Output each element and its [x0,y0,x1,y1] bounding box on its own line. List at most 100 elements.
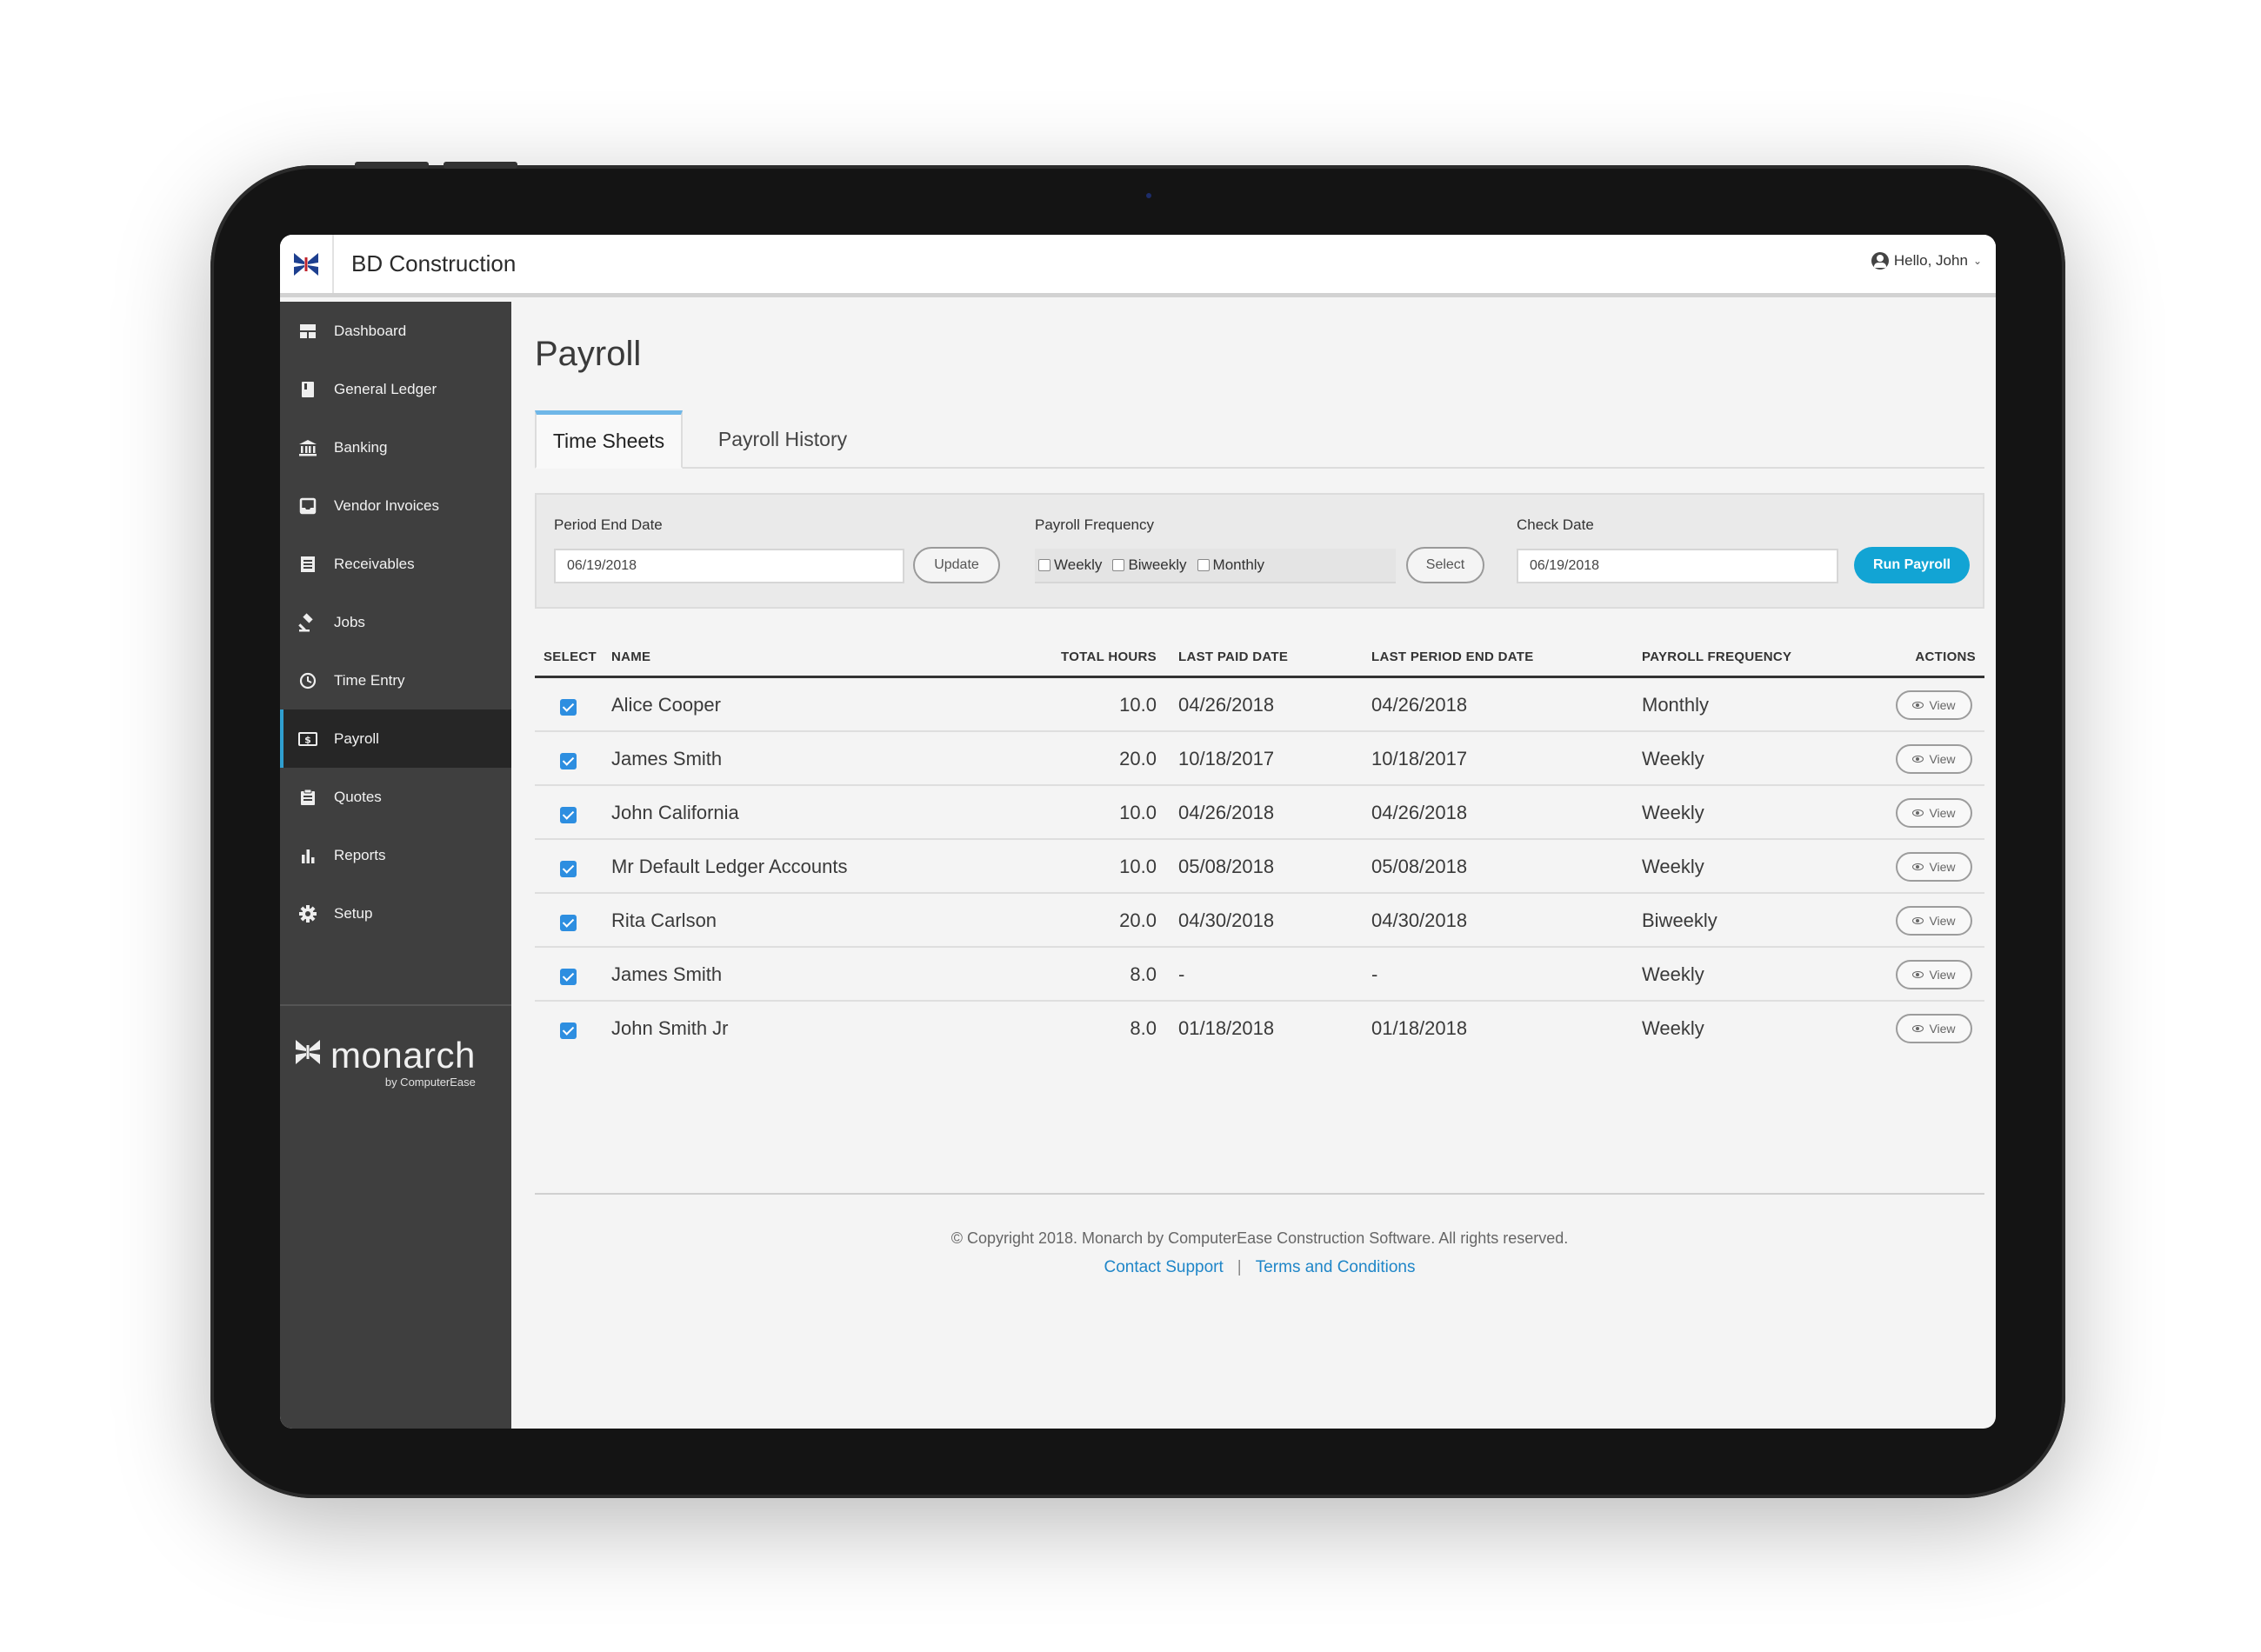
view-button[interactable]: View [1896,906,1972,936]
user-menu[interactable]: Hello, John ⌄ [1871,252,1982,270]
row-select-checkbox[interactable] [560,969,577,985]
eye-icon [1912,917,1924,924]
row-select-checkbox[interactable] [560,861,577,877]
footer-links: Contact Support | Terms and Conditions [535,1258,1984,1277]
employee-name: John California [611,802,739,823]
table-row: Alice Cooper 10.0 04/26/2018 04/26/2018 … [535,678,1984,732]
table-row: Mr Default Ledger Accounts 10.0 05/08/20… [535,840,1984,894]
app-logo[interactable] [280,235,334,293]
user-greeting: Hello, John [1893,252,1968,269]
total-hours: 10.0 [1119,856,1157,877]
row-select-checkbox[interactable] [560,753,577,769]
employee-name: James Smith [611,963,723,985]
last-paid-date: 10/18/2017 [1178,748,1275,769]
tablet-camera [1146,193,1151,198]
payroll-frequency: Weekly [1642,856,1704,877]
update-button[interactable]: Update [913,547,1000,583]
row-select-checkbox[interactable] [560,807,577,823]
table-row: Rita Carlson 20.0 04/30/2018 04/30/2018 … [535,894,1984,948]
last-paid-date: - [1178,963,1185,985]
sidebar-item-setup[interactable]: Setup [280,884,511,943]
eye-icon [1912,756,1924,763]
biweekly-checkbox[interactable] [1112,559,1125,571]
eye-icon [1912,702,1924,709]
frequency-weekly-option[interactable]: Weekly [1038,556,1102,574]
view-button[interactable]: View [1896,1014,1972,1043]
last-period-end-date: 05/08/2018 [1371,856,1468,877]
sidebar-item-dashboard[interactable]: Dashboard [280,302,511,360]
contact-support-link[interactable]: Contact Support [1104,1258,1223,1276]
bar-chart-icon [297,845,318,866]
view-button[interactable]: View [1896,798,1972,828]
main-content: Payroll Time Sheets Payroll History Peri… [511,302,1996,1429]
payroll-frequency: Weekly [1642,1017,1704,1039]
tab-time-sheets[interactable]: Time Sheets [535,410,683,469]
employee-name: James Smith [611,748,723,769]
brand-name: monarch [330,1035,476,1076]
monarch-brand: monarch by ComputerEase [294,1037,476,1089]
user-icon [1871,252,1889,270]
company-name: BD Construction [351,250,517,276]
last-period-end-date: - [1371,963,1378,985]
clipboard-icon [297,787,318,808]
tab-payroll-history[interactable]: Payroll History [696,410,870,469]
monarch-logo-icon [296,1040,320,1064]
sidebar-item-label: General Ledger [334,380,437,397]
sidebar-item-jobs[interactable]: Jobs [280,593,511,651]
table-row: James Smith 8.0 - - Weekly View [535,948,1984,1002]
select-button[interactable]: Select [1406,547,1484,583]
row-select-checkbox[interactable] [560,1023,577,1039]
ledger-icon [297,379,318,400]
tablet-volume-button [355,162,429,169]
frequency-biweekly-option[interactable]: Biweekly [1112,556,1187,574]
row-select-checkbox[interactable] [560,915,577,931]
last-period-end-date: 04/26/2018 [1371,802,1468,823]
total-hours: 8.0 [1130,1017,1157,1039]
header-actions: ACTIONS [1915,649,1976,664]
sidebar-item-receivables[interactable]: Receivables [280,535,511,593]
sidebar-item-label: Jobs [334,613,365,630]
run-payroll-button[interactable]: Run Payroll [1854,547,1970,583]
weekly-checkbox[interactable] [1038,559,1050,571]
view-button[interactable]: View [1896,690,1972,720]
table-row: John California 10.0 04/26/2018 04/26/20… [535,786,1984,840]
sidebar-item-payroll[interactable]: $ Payroll [280,709,511,768]
sidebar-divider [280,1004,511,1006]
sidebar-item-quotes[interactable]: Quotes [280,768,511,826]
header-payroll-frequency: PAYROLL FREQUENCY [1642,649,1792,664]
payroll-frequency: Monthly [1642,694,1710,716]
monthly-checkbox[interactable] [1197,559,1210,571]
dollar-icon: $ [297,729,318,749]
check-date-input[interactable] [1517,549,1838,583]
last-paid-date: 01/18/2018 [1178,1017,1275,1039]
table-row: John Smith Jr 8.0 01/18/2018 01/18/2018 … [535,1002,1984,1056]
screen: BD Construction Hello, John ⌄ Dashboard … [280,235,1996,1429]
eye-icon [1912,863,1924,870]
row-select-checkbox[interactable] [560,699,577,716]
period-end-input[interactable] [554,549,904,583]
chevron-down-icon: ⌄ [1972,255,1982,267]
employee-name: Mr Default Ledger Accounts [611,856,848,877]
view-button[interactable]: View [1896,744,1972,774]
clock-icon [297,670,318,691]
table-row: James Smith 20.0 10/18/2017 10/18/2017 W… [535,732,1984,786]
view-button[interactable]: View [1896,852,1972,882]
sidebar-item-general-ledger[interactable]: General Ledger [280,360,511,418]
sidebar-item-label: Reports [334,846,386,863]
last-paid-date: 04/26/2018 [1178,802,1275,823]
last-period-end-date: 01/18/2018 [1371,1017,1468,1039]
terms-link[interactable]: Terms and Conditions [1256,1258,1416,1276]
sidebar-item-reports[interactable]: Reports [280,826,511,884]
page-title: Payroll [535,335,642,373]
employee-name: John Smith Jr [611,1017,729,1039]
sidebar-item-vendor-invoices[interactable]: Vendor Invoices [280,476,511,535]
last-period-end-date: 04/30/2018 [1371,909,1468,931]
sidebar-item-time-entry[interactable]: Time Entry [280,651,511,709]
sidebar-item-banking[interactable]: Banking [280,418,511,476]
sidebar-item-label: Time Entry [334,671,405,689]
table-header: SELECT NAME TOTAL HOURS LAST PAID DATE L… [535,635,1984,678]
frequency-monthly-option[interactable]: Monthly [1197,556,1264,574]
dashboard-icon [297,321,318,342]
last-paid-date: 04/26/2018 [1178,694,1275,716]
view-button[interactable]: View [1896,960,1972,989]
